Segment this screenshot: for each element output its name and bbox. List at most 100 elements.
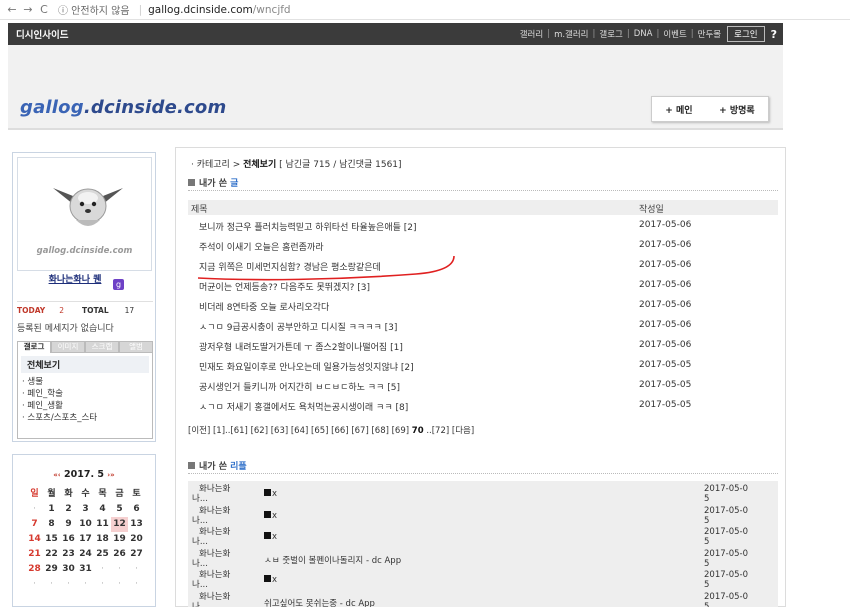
calendar-day[interactable]: 11 [94, 517, 111, 532]
reply-author[interactable]: 화나는화 나... [192, 570, 240, 590]
calendar-day[interactable]: 10 [77, 517, 94, 532]
post-date: 2017-05-06 [639, 320, 692, 330]
reply-row[interactable]: 화나는화 나... x 2017-05-0 5 [188, 506, 778, 528]
category-item[interactable]: · 생물 [18, 376, 152, 388]
topnav-link-mgallery[interactable]: m.갤러리 [554, 28, 588, 40]
reply-body[interactable]: 쉬고싶어도 못쉬는중 - dc App [264, 597, 375, 607]
calendar-day[interactable]: 12 [111, 517, 128, 532]
calendar-day[interactable]: 22 [43, 547, 60, 562]
post-row[interactable]: 공시생인거 들키니까 어지간히 ㅂㄷㅂㄷ하노 ㅋㅋ [5] 2017-05-05 [188, 376, 778, 396]
post-title[interactable]: 비더레 8연타중 오늘 로사리오각다 [199, 300, 329, 313]
post-title[interactable]: 보니까 정근우 플러치능력믿고 하위타선 타율높은애들 [2] [199, 220, 417, 233]
post-title[interactable]: ㅅㄱㅁ 9급공시충이 공부안하고 디시질 ㅋㅋㅋㅋ [3] [199, 320, 397, 333]
category-item[interactable]: · 페인_생활 [18, 400, 152, 412]
reply-author[interactable]: 화나는화 나... [192, 549, 240, 569]
calendar-day[interactable]: 17 [77, 532, 94, 547]
reload-icon[interactable]: C [36, 3, 52, 16]
topnav-link-gallog[interactable]: 갤로그 [599, 28, 622, 40]
calendar-day[interactable]: 20 [128, 532, 145, 547]
calendar-day[interactable]: 30 [60, 562, 77, 577]
topnav-link-mandumall[interactable]: 만두몰 [698, 28, 721, 40]
back-icon[interactable]: ← [4, 3, 20, 16]
login-button[interactable]: 로그인 [727, 26, 765, 42]
tab-gallog[interactable]: 갤로그 [17, 341, 51, 353]
calendar-day[interactable]: 13 [128, 517, 145, 532]
calendar-day[interactable]: 6 [128, 502, 145, 517]
dog-mascot-icon [53, 188, 123, 226]
reply-date: 2017-05-0 5 [704, 527, 748, 547]
tab-main[interactable]: + 메인 [665, 103, 692, 116]
calendar-day[interactable]: 5 [111, 502, 128, 517]
calendar-day[interactable]: 28 [26, 562, 43, 577]
post-row[interactable]: 민재도 화요일이후로 안나오는데 일용가능성잇지않냐 [2] 2017-05-05 [188, 356, 778, 376]
calendar-day[interactable]: 7 [26, 517, 43, 532]
tab-album[interactable]: 앨범 [119, 341, 153, 353]
reply-body[interactable]: x [264, 489, 277, 499]
calendar-day[interactable]: 9 [60, 517, 77, 532]
post-row[interactable]: ㅅㄱㅁ 저새기 홍갤에서도 욕처먹는공시생이래 ㅋㅋ [8] 2017-05-05 [188, 396, 778, 416]
calendar-day[interactable]: 1 [43, 502, 60, 517]
calendar-day[interactable]: 18 [94, 532, 111, 547]
blocked-image-icon [264, 489, 271, 496]
post-row[interactable]: 보니까 정근우 플러치능력믿고 하위타선 타율높은애들 [2] 2017-05-0… [188, 216, 778, 236]
category-item[interactable]: · 스포츠/스포츠_스타 [18, 412, 152, 424]
reply-row[interactable]: 화나는화 나... x 2017-05-0 5 [188, 570, 778, 592]
reply-author[interactable]: 화나는화 나... [192, 506, 240, 526]
post-row[interactable]: ㅅㄱㅁ 9급공시충이 공부안하고 디시질 ㅋㅋㅋㅋ [3] 2017-05-06 [188, 316, 778, 336]
nickname-link[interactable]: 화나는화나 퀜 [45, 275, 105, 285]
calendar-day[interactable]: 3 [77, 502, 94, 517]
reply-author[interactable]: 화나는화 나... [192, 484, 240, 504]
category-item[interactable]: · 페인_학술 [18, 388, 152, 400]
calendar-day[interactable]: 2 [60, 502, 77, 517]
tab-guestbook[interactable]: + 방명록 [719, 103, 755, 116]
calendar-prev-icon[interactable]: «‹ [53, 471, 60, 479]
calendar-day[interactable]: 4 [94, 502, 111, 517]
calendar-day[interactable]: 25 [94, 547, 111, 562]
calendar-day[interactable]: 26 [111, 547, 128, 562]
calendar-day[interactable]: 23 [60, 547, 77, 562]
reply-body[interactable]: x [264, 575, 277, 585]
calendar-day[interactable]: 14 [26, 532, 43, 547]
calendar-day[interactable]: 16 [60, 532, 77, 547]
reply-body[interactable]: x [264, 532, 277, 542]
tab-scrap[interactable]: 스크랩 [85, 341, 119, 353]
address-bar[interactable]: ⓘ 안전하지 않음 | gallog.dcinside.com /wncjfd [58, 2, 291, 18]
calendar-next-icon[interactable]: ›» [107, 471, 114, 479]
calendar-day: · [135, 564, 138, 574]
calendar-day[interactable]: 27 [128, 547, 145, 562]
reply-row[interactable]: 화나는화 나... x 2017-05-0 5 [188, 527, 778, 549]
forward-icon[interactable]: → [20, 3, 36, 16]
post-title[interactable]: ㅅㄱㅁ 저새기 홍갤에서도 욕처먹는공시생이래 ㅋㅋ [8] [199, 400, 408, 413]
tab-image[interactable]: 이미지 [51, 341, 85, 353]
calendar-day[interactable]: 8 [43, 517, 60, 532]
topnav-link-dna[interactable]: DNA [634, 29, 653, 39]
reply-body[interactable]: ㅅㅂ 줏벌이 볼펜이나돌리지 - dc App [264, 554, 401, 566]
brand-link[interactable]: 디시인사이드 [16, 27, 68, 41]
calendar-day[interactable]: 31 [77, 562, 94, 577]
comment-count: [2] [403, 223, 417, 233]
calendar-day[interactable]: 19 [111, 532, 128, 547]
security-info[interactable]: ⓘ 안전하지 않음 [58, 2, 130, 17]
reply-row[interactable]: 화나는화 나... 쉬고싶어도 못쉬는중 - dc App 2017-05-0 5 [188, 592, 778, 607]
post-title[interactable]: 광저우형 내려도딸거가튼데 ㅜ 좀스2할이나떨어짐 [1] [199, 340, 403, 353]
post-row[interactable]: 광저우형 내려도딸거가튼데 ㅜ 좀스2할이나떨어짐 [1] 2017-05-06 [188, 336, 778, 356]
help-icon[interactable]: ? [771, 28, 777, 41]
calendar-day[interactable]: 29 [43, 562, 60, 577]
calendar-day[interactable]: 21 [26, 547, 43, 562]
post-row[interactable]: 비더레 8연타중 오늘 로사리오각다 2017-05-06 [188, 296, 778, 316]
reply-author[interactable]: 화나는화 나... [192, 527, 240, 547]
topnav-link-event[interactable]: 이벤트 [663, 28, 686, 40]
topnav-link-gallery[interactable]: 갤러리 [520, 28, 543, 40]
calendar-day[interactable]: 15 [43, 532, 60, 547]
reply-body[interactable]: x [264, 510, 277, 521]
post-title[interactable]: 공시생인거 들키니까 어지간히 ㅂㄷㅂㄷ하노 ㅋㅋ [5] [199, 380, 400, 393]
gallog-logo[interactable]: gallog.dcinside.com [20, 97, 226, 118]
calendar-weekday: 목 [98, 489, 107, 499]
pagination[interactable]: [이전] [1]..[61] [62] [63] [64] [65] [66] … [188, 424, 474, 436]
reply-author[interactable]: 화나는화 나... [192, 592, 240, 607]
reply-row[interactable]: 화나는화 나... ㅅㅂ 줏벌이 볼펜이나돌리지 - dc App 2017-05-0… [188, 549, 778, 571]
post-title[interactable]: 민재도 화요일이후로 안나오는데 일용가능성잇지않냐 [2] [199, 360, 414, 373]
category-all[interactable]: 전체보기 [21, 356, 149, 373]
reply-row[interactable]: 화나는화 나... x 2017-05-0 5 [188, 484, 778, 506]
calendar-day[interactable]: 24 [77, 547, 94, 562]
